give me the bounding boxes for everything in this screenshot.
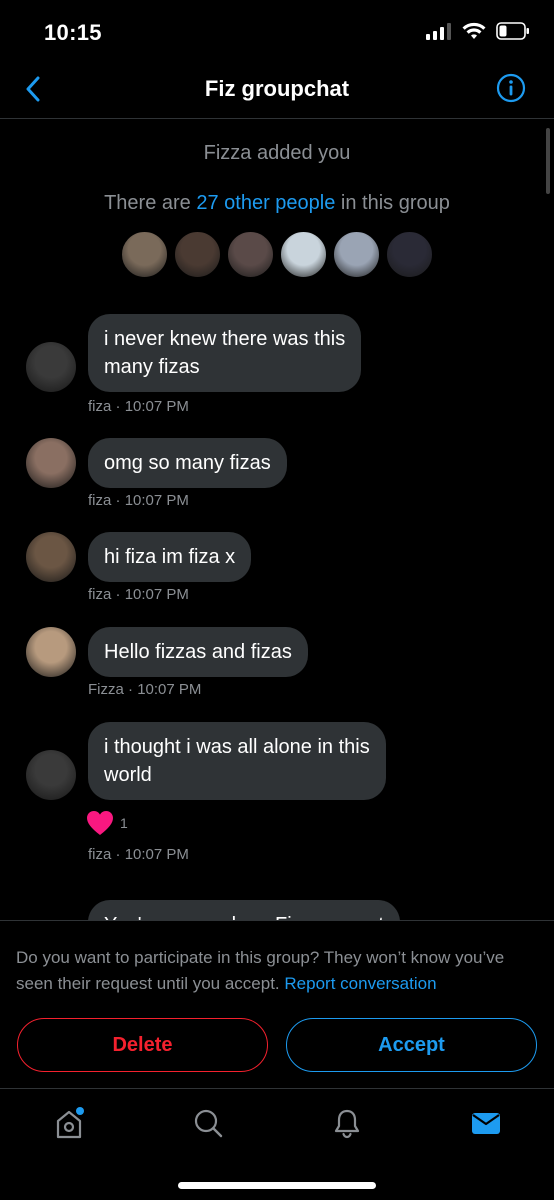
search-icon [194, 1109, 223, 1138]
other-people-link[interactable]: 27 other people [196, 192, 335, 214]
sender-name: fiza [88, 586, 112, 603]
accept-button[interactable]: Accept [286, 1018, 537, 1072]
member-avatar[interactable] [332, 230, 381, 279]
avatar[interactable] [26, 627, 76, 677]
message-time: 10:07 PM [124, 586, 189, 603]
report-conversation-link[interactable]: Report conversation [284, 974, 436, 993]
message-meta: fiza · 10:07 PM [88, 586, 189, 603]
tab-search[interactable] [192, 1107, 224, 1139]
heart-icon [87, 811, 113, 835]
message-meta: fiza · 10:07 PM [88, 846, 189, 863]
message-bubble[interactable]: omg so many fizas [88, 438, 287, 488]
member-avatar[interactable] [279, 230, 328, 279]
wifi-icon [462, 22, 486, 39]
conversation-header: Fiz groupchat [0, 64, 554, 119]
message-reaction[interactable]: 1 [86, 810, 128, 836]
signal-icon [426, 23, 451, 40]
avatar[interactable] [26, 342, 76, 392]
message-time: 10:07 PM [124, 846, 189, 863]
message-time: 10:07 PM [124, 492, 189, 509]
message-meta: Fizza · 10:07 PM [88, 681, 202, 698]
tab-home[interactable] [53, 1107, 85, 1139]
member-avatar[interactable] [226, 230, 275, 279]
message-bubble[interactable]: Hello fizzas and fizas [88, 627, 308, 677]
message-bubble[interactable]: hi fiza im fiza x [88, 532, 252, 582]
sender-name: fiza [88, 846, 112, 863]
message-line: i thought i was all alone in this [104, 736, 370, 758]
message-bubble[interactable]: You're never alone Fiza you got [88, 900, 400, 920]
others-prefix: There are [104, 192, 197, 214]
message-line: You're never alone Fiza you got [104, 911, 384, 920]
sender-name: fiza [88, 398, 112, 415]
message-line: many fizas [104, 356, 200, 378]
message-time: 10:07 PM [137, 681, 202, 698]
message-line: world [104, 764, 152, 786]
avatar[interactable] [26, 750, 76, 800]
bell-icon [334, 1109, 360, 1139]
message-line: omg so many fizas [104, 452, 271, 474]
member-avatar[interactable] [385, 230, 434, 279]
added-note: Fizza added you [203, 142, 351, 164]
avatar[interactable] [26, 532, 76, 582]
group-members-note: There are 27 other people in this group [0, 192, 554, 215]
member-avatars[interactable] [120, 230, 434, 279]
message-meta: fiza · 10:07 PM [88, 492, 189, 509]
tab-messages[interactable] [470, 1107, 502, 1139]
status-time: 10:15 [44, 20, 102, 45]
others-suffix: in this group [335, 192, 450, 214]
message-request-panel: Do you want to participate in this group… [0, 920, 554, 1088]
member-avatar[interactable] [173, 230, 222, 279]
info-icon [496, 73, 526, 103]
status-bar: 10:15 [0, 0, 554, 64]
message-line: i never knew there was this [104, 328, 346, 350]
sender-name: Fizza [88, 681, 124, 698]
message-time: 10:07 PM [124, 398, 189, 415]
request-prompt: Do you want to participate in this group… [16, 945, 540, 997]
message-list[interactable]: Fizza added you There are 27 other peopl… [0, 120, 554, 920]
tab-notifications[interactable] [331, 1107, 363, 1139]
mail-icon [472, 1113, 500, 1134]
delete-button[interactable]: Delete [17, 1018, 268, 1072]
message-line: hi fiza im fiza x [104, 546, 236, 568]
avatar[interactable] [26, 438, 76, 488]
home-indicator[interactable] [178, 1182, 376, 1189]
page-title: Fiz groupchat [204, 76, 350, 101]
sender-name: fiza [88, 492, 112, 509]
message-meta: fiza · 10:07 PM [88, 398, 189, 415]
message-bubble[interactable]: i thought i was all alone in this world [88, 722, 386, 800]
home-icon [56, 1107, 84, 1139]
member-avatar[interactable] [120, 230, 169, 279]
status-icons [426, 22, 530, 40]
info-button[interactable] [496, 73, 526, 103]
message-bubble[interactable]: i never knew there was this many fizas [88, 314, 362, 392]
reaction-count: 1 [120, 815, 128, 831]
battery-icon [496, 22, 529, 40]
message-line: Hello fizzas and fizas [104, 641, 292, 663]
